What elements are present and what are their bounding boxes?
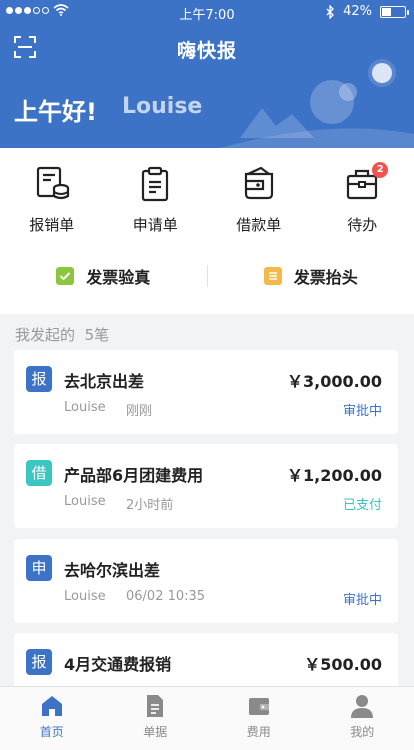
record-time: 刚刚: [126, 404, 153, 419]
record-card[interactable]: 申 去哈尔滨出差 Louise 06/02 10:35 审批中: [14, 539, 398, 623]
header: 上午7:00 42% 嗨快报 上午好! Louise: [0, 0, 414, 148]
battery-fill: [382, 7, 391, 16]
record-title: 去北京出差: [64, 372, 145, 391]
tab-label: 首页: [39, 725, 64, 739]
record-status: 已支付: [342, 498, 382, 513]
status-bar: 上午7:00 42%: [0, 0, 414, 24]
header-icon: [263, 267, 282, 285]
record-title: 4月交通费报销: [64, 655, 172, 674]
invoice-verify-label: 发票验真: [86, 268, 151, 287]
tab-label: 单据: [143, 725, 168, 739]
section-title-text: 我发起的: [15, 326, 76, 344]
record-amount: ￥3,000.00: [287, 372, 382, 391]
quick-action-expense-report[interactable]: 报销单: [0, 164, 104, 235]
quick-action-label: 申请单: [132, 216, 178, 234]
quick-action-application[interactable]: 申请单: [104, 164, 208, 235]
invoice-tools-row: 发票验真 发票抬头: [0, 256, 414, 296]
tab-profile[interactable]: 我的: [311, 687, 414, 750]
todo-badge: 2: [372, 162, 389, 178]
record-type-badge: 借: [26, 460, 52, 486]
wallet-icon: [244, 166, 273, 200]
greeting: 上午好!: [14, 98, 97, 126]
quick-action-label: 待办: [347, 216, 378, 234]
expense-report-icon: [36, 166, 69, 200]
wallet-icon: [248, 698, 269, 715]
check-icon: [56, 267, 75, 285]
quick-actions-panel: 报销单 申请单 借款单 2 待办 发票验真 发票抬头: [0, 148, 414, 314]
record-applicant: Louise: [64, 589, 106, 604]
record-time: 06/02 10:35: [126, 589, 206, 604]
record-type-badge: 报: [26, 366, 52, 392]
status-right: 42%: [326, 4, 409, 19]
record-amount: ￥500.00: [304, 655, 382, 674]
tab-home[interactable]: 首页: [0, 687, 104, 750]
tab-label: 费用: [246, 725, 271, 739]
record-applicant: Louise: [64, 494, 106, 509]
record-type-badge: 报: [26, 649, 52, 675]
record-status: 审批中: [342, 404, 382, 419]
record-title: 去哈尔滨出差: [64, 561, 161, 580]
invoice-header-button[interactable]: 发票抬头: [208, 264, 414, 288]
document-icon: [147, 695, 164, 717]
user-name: Louise: [122, 94, 203, 119]
invoice-header-label: 发票抬头: [293, 268, 358, 287]
section-title: 我发起的 5笔: [15, 324, 109, 345]
person-icon: [351, 695, 374, 718]
record-card[interactable]: 报 去北京出差 ￥3,000.00 Louise 刚刚 审批中: [14, 350, 398, 434]
quick-action-label: 报销单: [29, 216, 75, 234]
tab-label: 我的: [350, 725, 375, 739]
battery-icon: [380, 5, 409, 18]
tab-bar: 首页 单据 费用 我的: [0, 686, 414, 750]
record-amount: ￥1,200.00: [287, 466, 382, 485]
quick-action-label: 借款单: [236, 216, 282, 234]
home-icon: [41, 696, 62, 716]
record-status: 审批中: [342, 593, 382, 608]
quick-actions-row: 报销单 申请单 借款单 2 待办: [0, 162, 414, 235]
invoice-verify-button[interactable]: 发票验真: [0, 264, 207, 288]
record-type-badge: 申: [26, 555, 52, 581]
record-title: 产品部6月团建费用: [64, 466, 204, 485]
tab-expenses[interactable]: 费用: [207, 687, 311, 750]
battery-percent: 42%: [343, 4, 372, 19]
app-title: 嗨快报: [176, 40, 237, 62]
record-applicant: Louise: [64, 400, 106, 415]
quick-action-todo[interactable]: 2 待办: [311, 162, 414, 235]
record-card[interactable]: 借 产品部6月团建费用 ￥1,200.00 Louise 2小时前 已支付: [14, 444, 398, 528]
clipboard-icon: [142, 166, 169, 202]
tab-documents[interactable]: 单据: [104, 687, 208, 750]
section-count: 5笔: [84, 326, 110, 344]
bluetooth-icon: [326, 4, 335, 19]
record-time: 2小时前: [126, 498, 174, 513]
todo-icon-wrap: 2: [342, 162, 389, 204]
quick-action-loan[interactable]: 借款单: [207, 164, 311, 235]
